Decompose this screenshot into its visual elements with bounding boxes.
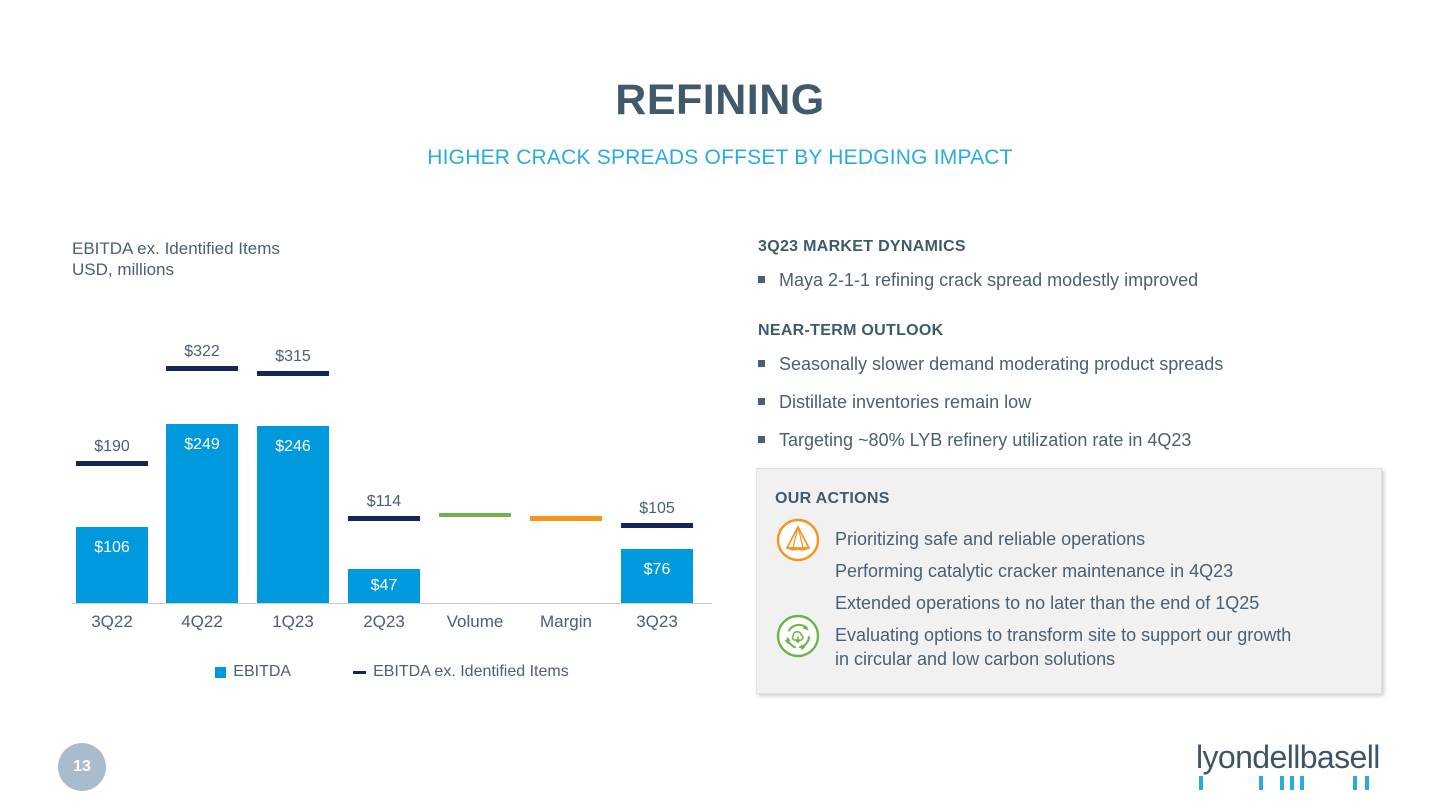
action-text: Performing catalytic cracker maintenance…	[835, 561, 1234, 581]
marker-ebitda-ex-items	[76, 461, 148, 466]
our-actions-panel: OUR ACTIONS Prioritizing safe and reliab…	[756, 468, 1382, 694]
marker-ebitda-ex-items	[257, 371, 329, 376]
page-title: REFINING	[615, 76, 825, 124]
action-text: Evaluating options to transform site to …	[835, 625, 1292, 669]
action-item-circular: Evaluating options to transform site to …	[775, 613, 1369, 671]
legend-label: EBITDA	[233, 663, 292, 680]
lyondellbasell-logo: lyondellbasell	[1196, 740, 1396, 796]
near-term-outlook-heading: NEAR-TERM OUTLOOK	[758, 322, 944, 339]
action-text: Prioritizing safe and reliable operation…	[835, 529, 1146, 549]
legend-square-icon	[215, 666, 227, 678]
marker-value-label: $190	[94, 438, 130, 455]
bar-value-label: $249	[184, 436, 220, 453]
list-item: Maya 2-1-1 refining crack spread modestl…	[758, 268, 1398, 292]
brand-tick-marks	[1196, 776, 1396, 790]
page-number-badge: 13	[58, 743, 106, 791]
x-tick-2q23: 2Q23	[363, 612, 405, 631]
bullet-square-icon	[758, 360, 765, 367]
chart-x-axis	[72, 603, 712, 604]
legend-item-ebitda[interactable]: EBITDA	[215, 663, 291, 681]
bullet-text: Seasonally slower demand moderating prod…	[779, 354, 1224, 374]
x-tick-volume: Volume	[446, 612, 504, 631]
bullet-square-icon	[758, 276, 765, 283]
bar-value-label: $76	[643, 561, 671, 578]
near-term-outlook-block: NEAR-TERM OUTLOOK Seasonally slower dema…	[758, 322, 1398, 452]
marker-value-label: $315	[275, 348, 311, 365]
bar-value-label: $106	[94, 539, 130, 556]
ebitda-chart: EBITDA ex. Identified Items USD, million…	[72, 238, 712, 698]
marker-ebitda-ex-items	[621, 523, 693, 528]
chart-axis-title: EBITDA ex. Identified Items USD, million…	[72, 239, 280, 279]
marker-volume	[439, 513, 511, 517]
bullet-square-icon	[758, 436, 765, 443]
marker-ebitda-ex-items	[348, 516, 420, 521]
x-tick-margin: Margin	[540, 612, 592, 631]
commentary-column: 3Q23 MARKET DYNAMICS Maya 2-1-1 refining…	[758, 238, 1398, 466]
market-dynamics-heading: 3Q23 MARKET DYNAMICS	[758, 238, 966, 255]
bullet-text: Distillate inventories remain low	[779, 392, 1032, 412]
marker-margin	[530, 516, 602, 521]
our-actions-heading: OUR ACTIONS	[775, 490, 890, 507]
legend-dash-icon	[353, 670, 367, 674]
circular-recycling-icon	[775, 613, 821, 659]
bar-value-label: $47	[370, 577, 398, 594]
marker-value-label: $114	[366, 493, 402, 510]
legend-item-ebitda-ex-items[interactable]: EBITDA ex. Identified Items	[353, 663, 569, 681]
x-tick-4q22: 4Q22	[181, 612, 223, 631]
action-text: Extended operations to no later than the…	[835, 593, 1260, 613]
chart-plot-area: $106 $190 $249 $322 $246 $315 $47 $114 $…	[72, 343, 712, 603]
marker-value-label: $105	[639, 500, 675, 517]
x-tick-1q23: 1Q23	[272, 612, 314, 631]
x-tick-3q22: 3Q22	[91, 612, 133, 631]
list-item: Distillate inventories remain low	[758, 390, 1398, 414]
list-item: Targeting ~80% LYB refinery utilization …	[758, 428, 1398, 452]
market-dynamics-block: 3Q23 MARKET DYNAMICS Maya 2-1-1 refining…	[758, 238, 1398, 292]
marker-ebitda-ex-items	[166, 366, 238, 371]
chart-legend: EBITDA EBITDA ex. Identified Items	[72, 663, 712, 681]
bullet-text: Maya 2-1-1 refining crack spread modestl…	[779, 270, 1199, 290]
page-subtitle: HIGHER CRACK SPREADS OFFSET BY HEDGING I…	[427, 146, 1013, 169]
list-item: Seasonally slower demand moderating prod…	[758, 352, 1398, 376]
brand-wordmark: lyondellbasell	[1196, 739, 1380, 775]
bullet-text: Targeting ~80% LYB refinery utilization …	[779, 430, 1192, 450]
bar-value-label: $246	[275, 438, 311, 455]
x-tick-3q23: 3Q23	[636, 612, 678, 631]
bullet-square-icon	[758, 398, 765, 405]
legend-label: EBITDA ex. Identified Items	[373, 663, 569, 680]
chart-x-tick-labels: 3Q22 4Q22 1Q23 2Q23 Volume Margin 3Q23	[72, 612, 712, 638]
marker-value-label: $322	[184, 343, 220, 360]
